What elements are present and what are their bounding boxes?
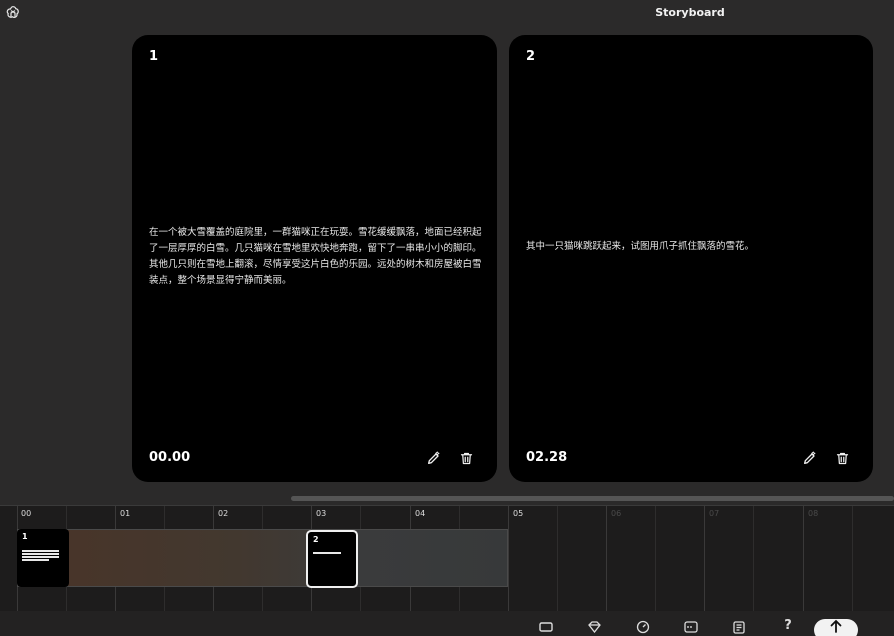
card-description: 在一个被大雪覆盖的庭院里，一群猫咪正在玩耍。雪花缓缓飘落，地面已经积起了一层厚厚… <box>149 227 482 286</box>
timeline-clip-track[interactable] <box>17 529 508 587</box>
timeline-gridline <box>655 506 656 612</box>
timeline[interactable]: 00 01 02 03 04 05 06 07 08 1 2 <box>0 505 894 612</box>
card-description: 其中一只猫咪跳跃起来，试图用爪子抓住飘落的雪花。 <box>526 241 755 252</box>
horizontal-scrollbar[interactable] <box>291 496 894 501</box>
timeline-tick-label: 07 <box>709 509 720 518</box>
thumbnail-number: 2 <box>313 535 319 544</box>
caption-icon[interactable] <box>683 620 699 634</box>
text-line <box>22 559 49 561</box>
timeline-gridline <box>508 506 509 612</box>
storyboard-app: Storyboard 1 在一个被大雪覆盖的庭院里，一群猫咪正在玩耍。雪花缓缓飘… <box>0 0 894 636</box>
upload-button[interactable] <box>814 619 858 636</box>
timeline-tick-label: 04 <box>415 509 426 518</box>
timeline-tick-label: 02 <box>218 509 229 518</box>
script-icon[interactable] <box>731 620 747 634</box>
text-line <box>22 550 59 552</box>
text-line <box>22 553 59 555</box>
help-icon[interactable]: ? <box>780 618 796 633</box>
timeline-tick-label: 01 <box>120 509 131 518</box>
timeline-gridline <box>852 506 853 612</box>
page-title: Storyboard <box>655 6 725 19</box>
timeline-thumbnail-2[interactable]: 2 <box>306 530 358 588</box>
trash-icon[interactable] <box>457 449 475 467</box>
card-number: 1 <box>149 49 159 64</box>
card-timestamp: 02.28 <box>526 450 568 465</box>
card-number: 2 <box>526 49 536 64</box>
timeline-tick-label: 05 <box>513 509 524 518</box>
text-line <box>22 556 59 558</box>
timeline-gridline <box>704 506 705 612</box>
aspect-ratio-icon[interactable] <box>538 620 554 634</box>
text-line <box>313 552 341 554</box>
thumbnail-number: 1 <box>22 532 28 541</box>
bottom-toolbar: ? <box>0 611 894 636</box>
timeline-gridline <box>557 506 558 612</box>
timeline-gridline <box>606 506 607 612</box>
upload-icon <box>830 619 842 633</box>
timeline-gridline <box>753 506 754 612</box>
timeline-thumbnail-1[interactable]: 1 <box>17 529 69 587</box>
card-timestamp: 00.00 <box>149 450 191 465</box>
timeline-tick-label: 06 <box>611 509 622 518</box>
openai-logo-icon[interactable] <box>4 4 22 22</box>
timeline-tick-label: 00 <box>21 509 32 518</box>
style-icon[interactable] <box>586 620 602 634</box>
timeline-tick-label: 08 <box>808 509 819 518</box>
trash-icon[interactable] <box>833 449 851 467</box>
storyboard-card-2[interactable]: 2 其中一只猫咪跳跃起来，试图用爪子抓住飘落的雪花。 02.28 <box>509 35 873 482</box>
edit-icon[interactable] <box>801 449 819 467</box>
speed-icon[interactable] <box>635 620 651 634</box>
timeline-tick-label: 03 <box>316 509 327 518</box>
edit-icon[interactable] <box>425 449 443 467</box>
timeline-gridline <box>803 506 804 612</box>
storyboard-card-1[interactable]: 1 在一个被大雪覆盖的庭院里，一群猫咪正在玩耍。雪花缓缓飘落，地面已经积起了一层… <box>132 35 497 482</box>
